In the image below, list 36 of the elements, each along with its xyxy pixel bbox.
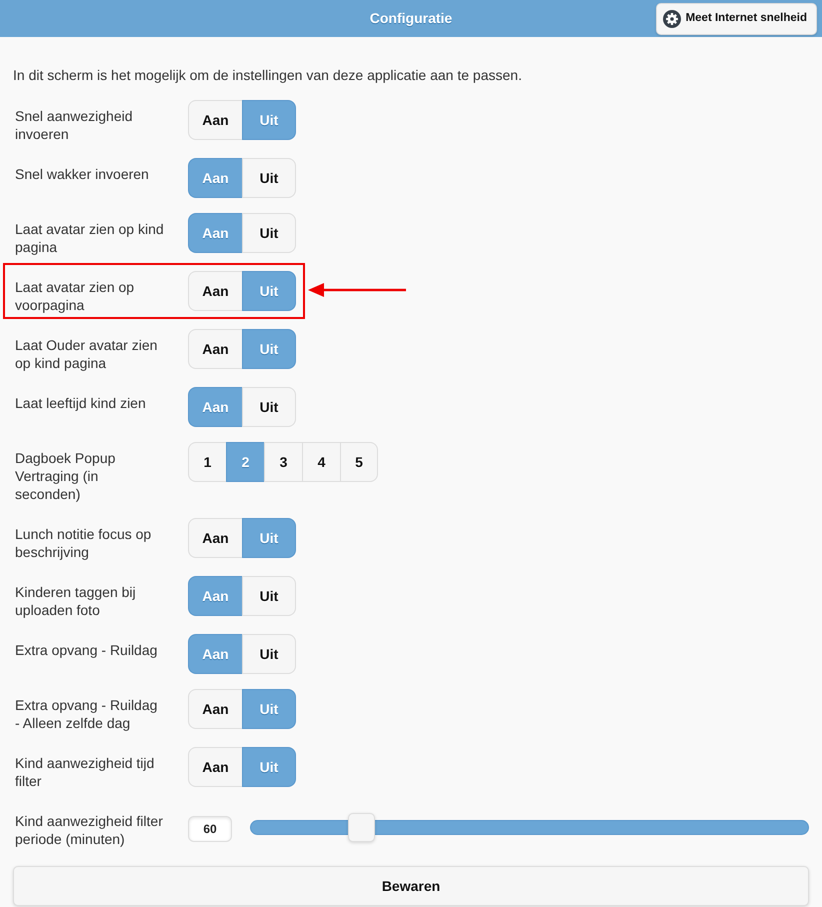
setting-label: Laat avatar zien op voorpagina — [15, 278, 136, 314]
setting-label: Kind aanwezigheid tijd filter — [15, 754, 156, 790]
toggle-option[interactable]: Uit — [242, 213, 296, 253]
toggle-option[interactable]: Uit — [242, 634, 296, 674]
toggle-option[interactable]: Aan — [188, 100, 242, 140]
setting-label: Dagboek Popup Vertraging (in seconden) — [15, 449, 116, 503]
setting-label: Extra opvang - Ruildag — [15, 641, 158, 659]
choice-option[interactable]: 3 — [264, 442, 302, 482]
page-title: Configuratie — [370, 9, 452, 28]
settings-icon — [662, 10, 681, 28]
toggle-option[interactable]: Aan — [188, 747, 242, 787]
setting-label: Laat avatar zien op kind pagina — [15, 220, 165, 256]
toggle-option[interactable]: Uit — [242, 576, 296, 616]
choice-option[interactable]: 5 — [340, 442, 378, 482]
toggle-option[interactable]: Uit — [242, 158, 296, 198]
slider-track[interactable] — [250, 813, 809, 842]
setting-label: Laat leeftijd kind zien — [15, 394, 147, 412]
number-field[interactable]: 60 — [188, 816, 232, 842]
speed-test-button[interactable]: Meet Internet snelheid — [656, 2, 817, 34]
choice-option[interactable]: 1 — [188, 442, 226, 482]
toggle-option[interactable]: Aan — [188, 271, 242, 311]
setting-label: Kinderen taggen bij uploaden foto — [15, 583, 137, 619]
toggle-option[interactable]: Aan — [188, 329, 242, 369]
setting-label: Lunch notitie focus op beschrijving — [15, 525, 152, 561]
toggle-option[interactable]: Aan — [188, 518, 242, 558]
setting-label: Laat Ouder avatar zien op kind pagina — [15, 336, 158, 372]
setting-label: Extra opvang - Ruildag - Alleen zelfde dag — [15, 696, 158, 732]
toggle-option[interactable]: Uit — [242, 387, 296, 427]
setting-label: Kind aanwezigheid filter periode (minuten) — [15, 812, 164, 848]
setting-label: Snel aanwezigheid invoeren — [15, 107, 134, 143]
toggle-option[interactable]: Aan — [188, 689, 242, 729]
setting-label: Snel wakker invoeren — [15, 165, 150, 183]
save-button[interactable]: Bewaren — [13, 866, 809, 906]
intro-text: In dit scherm is het mogelijk om de instellingen van deze applicatie aan te passen. — [13, 66, 523, 84]
slider-thumb[interactable] — [348, 813, 376, 842]
choice-option[interactable]: 4 — [302, 442, 340, 482]
